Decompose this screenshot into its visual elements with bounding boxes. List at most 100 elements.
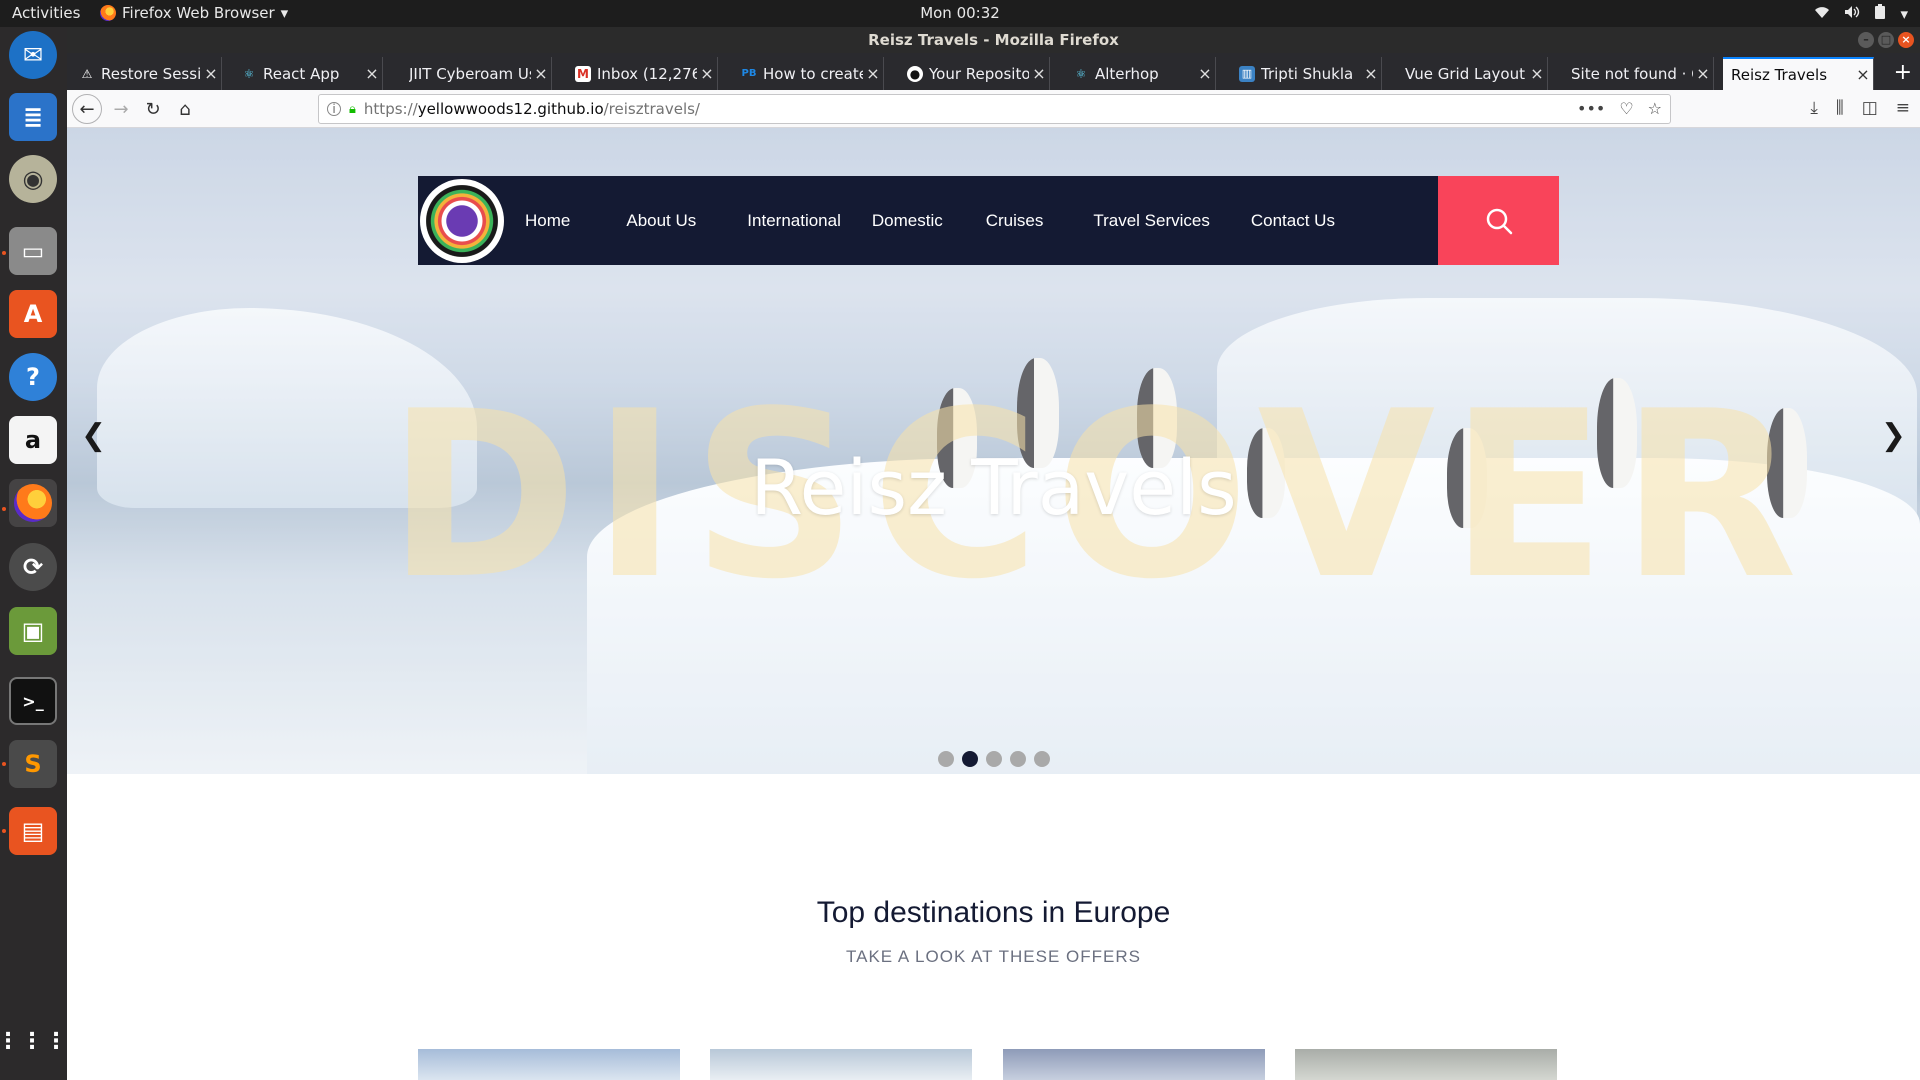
launcher-dock: ✉ ≣ ◉ ▭ A ? a ⟳ ▣ >_ S ▤ ⋮⋮⋮ xyxy=(0,27,67,1080)
destination-card-image[interactable] xyxy=(710,1049,972,1080)
sidebar-icon[interactable]: ◫ xyxy=(1862,98,1878,118)
archive-icon[interactable]: ▤ xyxy=(9,807,57,855)
site-favicon-icon: PB xyxy=(741,67,757,79)
reload-button[interactable]: ↻ xyxy=(139,95,167,123)
hero-carousel: DISCOVER Reisz Travels ❮ ❯ Home About Us… xyxy=(67,128,1920,774)
bookmark-star-icon[interactable]: ☆ xyxy=(1648,99,1662,118)
app-menu[interactable]: Firefox Web Browser ▾ xyxy=(100,4,288,22)
amazon-icon[interactable]: a xyxy=(9,416,57,464)
close-tab-icon[interactable]: × xyxy=(531,64,551,83)
tab-how-to-create[interactable]: PB How to create a × xyxy=(733,57,884,90)
close-tab-icon[interactable]: × xyxy=(1029,64,1049,83)
site-logo[interactable] xyxy=(420,178,504,263)
tab-reisz-travels[interactable]: Reisz Travels × xyxy=(1723,57,1874,90)
activities-button[interactable]: Activities xyxy=(12,4,80,22)
carousel-next-icon[interactable]: ❯ xyxy=(1881,418,1906,453)
window-titlebar[interactable]: Reisz Travels - Mozilla Firefox – □ × xyxy=(67,27,1920,53)
search-button[interactable] xyxy=(1438,176,1559,265)
lock-icon[interactable]: 🔒︎ xyxy=(349,102,356,117)
carousel-dot[interactable] xyxy=(985,751,1002,767)
new-tab-button[interactable]: + xyxy=(1894,60,1912,85)
tab-restore-session[interactable]: ⚠ Restore Session × xyxy=(71,57,222,90)
home-button[interactable]: ⌂ xyxy=(171,95,199,123)
volume-icon[interactable] xyxy=(1844,5,1860,23)
destination-card-image[interactable] xyxy=(1295,1049,1557,1080)
running-indicator xyxy=(2,762,6,766)
tab-react-app[interactable]: ⚛ React App × xyxy=(233,57,383,90)
tab-strip: ⚠ Restore Session × ⚛ React App × JIIT C… xyxy=(67,53,1920,90)
carousel-dot[interactable] xyxy=(937,751,954,767)
close-tab-icon[interactable]: × xyxy=(1693,64,1713,83)
downloads-icon[interactable]: ⤓ xyxy=(1810,98,1818,118)
close-tab-icon[interactable]: × xyxy=(1853,65,1873,84)
tab-inbox[interactable]: M Inbox (12,276) - × xyxy=(567,57,718,90)
software-center-icon[interactable]: A xyxy=(9,290,57,338)
image-viewer-icon[interactable]: ▣ xyxy=(9,607,57,655)
close-tab-icon[interactable]: × xyxy=(697,64,717,83)
url-host: yellowwoods12.github.io xyxy=(417,100,604,118)
maximize-button[interactable]: □ xyxy=(1878,32,1894,48)
sublime-text-icon[interactable]: S xyxy=(9,740,57,788)
power-menu-icon[interactable]: ▾ xyxy=(1900,5,1908,23)
pocket-icon[interactable]: ♡ xyxy=(1619,99,1633,118)
running-indicator xyxy=(2,251,6,255)
window-title: Reisz Travels - Mozilla Firefox xyxy=(868,31,1119,49)
nav-travel-services[interactable]: Travel Services xyxy=(1064,211,1231,231)
destination-card-image[interactable] xyxy=(1003,1049,1265,1080)
close-tab-icon[interactable]: × xyxy=(1195,64,1215,83)
forward-button[interactable]: → xyxy=(107,95,135,123)
hamburger-menu-icon[interactable]: ≡ xyxy=(1896,98,1910,118)
tab-alterhop[interactable]: ⚛ Alterhop × xyxy=(1065,57,1216,90)
nav-about-us[interactable]: About Us xyxy=(591,211,717,231)
show-apps-icon[interactable]: ⋮⋮⋮ xyxy=(0,1017,67,1065)
minimize-button[interactable]: – xyxy=(1858,32,1874,48)
page-actions-icon[interactable]: ••• xyxy=(1577,99,1605,118)
tab-tripti-shukla[interactable]: ▥ Tripti Shukla × xyxy=(1231,57,1382,90)
carousel-dot[interactable] xyxy=(1033,751,1050,767)
tab-site-not-found[interactable]: Site not found · Git × xyxy=(1563,57,1714,90)
wifi-icon[interactable] xyxy=(1814,5,1830,23)
nav-contact-us[interactable]: Contact Us xyxy=(1231,211,1356,231)
thunderbird-icon[interactable]: ✉ xyxy=(9,31,57,79)
url-bar[interactable]: i 🔒︎ https://yellowwoods12.github.io/rei… xyxy=(318,94,1671,124)
nav-cruises[interactable]: Cruises xyxy=(964,211,1065,231)
help-icon[interactable]: ? xyxy=(9,353,57,401)
carousel-dot-active[interactable] xyxy=(961,751,978,767)
section-subtitle: TAKE A LOOK AT THESE OFFERS xyxy=(846,947,1141,966)
info-icon[interactable]: i xyxy=(327,102,341,116)
web-page: DISCOVER Reisz Travels ❮ ❯ Home About Us… xyxy=(67,128,1920,1080)
destination-card-image[interactable] xyxy=(418,1049,680,1080)
app-menu-label: Firefox Web Browser xyxy=(122,4,275,22)
back-button[interactable]: ← xyxy=(72,94,102,124)
nav-home[interactable]: Home xyxy=(504,211,591,231)
chevron-down-icon: ▾ xyxy=(280,4,289,22)
carousel-dot[interactable] xyxy=(1009,751,1026,767)
nav-domestic[interactable]: Domestic xyxy=(862,211,964,231)
terminal-icon[interactable]: >_ xyxy=(9,677,57,725)
writer-icon[interactable]: ≣ xyxy=(9,93,57,141)
close-tab-icon[interactable]: × xyxy=(362,64,382,83)
tab-your-repositories[interactable]: ● Your Repositor × xyxy=(899,57,1050,90)
close-tab-icon[interactable]: × xyxy=(863,64,883,83)
clock[interactable]: Mon 00:32 xyxy=(920,4,1000,22)
firefox-icon[interactable] xyxy=(9,479,57,527)
library-icon[interactable]: ⫼ xyxy=(1836,98,1844,118)
close-window-button[interactable]: × xyxy=(1898,32,1914,48)
close-tab-icon[interactable]: × xyxy=(1361,64,1381,83)
warning-icon: ⚠ xyxy=(81,66,93,81)
system-tray[interactable]: ▾ xyxy=(1814,4,1908,24)
system-top-bar: Activities Firefox Web Browser ▾ Mon 00:… xyxy=(0,0,1920,27)
updater-icon[interactable]: ⟳ xyxy=(9,543,57,591)
rhythmbox-icon[interactable]: ◉ xyxy=(9,155,57,203)
gmail-icon: M xyxy=(575,65,591,82)
close-tab-icon[interactable]: × xyxy=(1527,64,1547,83)
tab-vue-grid-layout[interactable]: Vue Grid Layout Ex × xyxy=(1397,57,1548,90)
battery-icon[interactable] xyxy=(1874,4,1886,24)
tab-jiit-cyberoam[interactable]: JIIT Cyberoam Use × xyxy=(401,57,552,90)
close-tab-icon[interactable]: × xyxy=(201,64,221,83)
carousel-prev-icon[interactable]: ❮ xyxy=(81,418,106,453)
running-indicator xyxy=(2,829,6,833)
carousel-indicators xyxy=(67,751,1920,767)
files-icon[interactable]: ▭ xyxy=(9,227,57,275)
nav-international[interactable]: International xyxy=(717,211,862,231)
